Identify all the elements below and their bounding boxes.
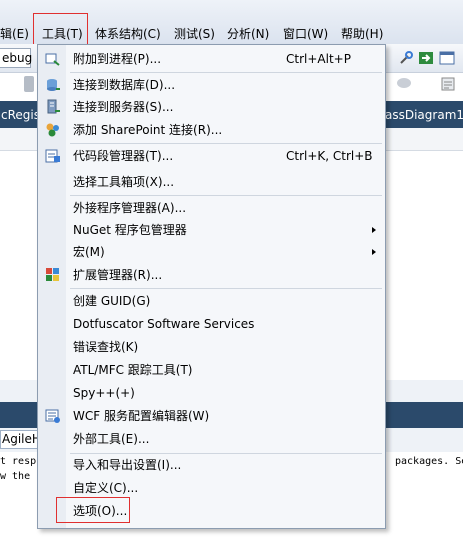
menu-item-external-tools[interactable]: 外部工具(E)... (38, 428, 385, 450)
menu-item-label: 添加 SharePoint 连接(R)... (73, 123, 223, 137)
menu-item-create-guid[interactable]: 创建 GUID(G) (38, 290, 385, 312)
menu-separator (70, 288, 382, 289)
menu-item-error-lookup[interactable]: 错误查找(K) (38, 336, 385, 358)
tools-dropdown-menu: 附加到进程(P)... Ctrl+Alt+P 连接到数据库(D)... 连接到服… (37, 44, 386, 529)
menu-item-label: 宏(M) (73, 245, 105, 259)
menu-item-customize[interactable]: 自定义(C)... (38, 477, 385, 499)
menu-separator (70, 72, 382, 73)
menu-window[interactable]: 窗口(W) (283, 24, 328, 44)
menu-edit[interactable]: 辑(E) (0, 24, 29, 44)
menu-item-connect-server[interactable]: 连接到服务器(S)... (38, 96, 385, 118)
sharepoint-icon (45, 122, 61, 138)
output-panel-tab[interactable]: AgileH (0, 430, 42, 449)
toolbar-grip (24, 76, 34, 92)
menu-item-dotfuscator[interactable]: Dotfuscator Software Services (38, 313, 385, 335)
tools-menu-highlight (33, 13, 88, 45)
menu-architecture[interactable]: 体系结构(C) (95, 24, 161, 44)
menu-item-attach-process[interactable]: 附加到进程(P)... Ctrl+Alt+P (38, 48, 385, 70)
menu-item-label: Dotfuscator Software Services (73, 317, 255, 331)
wrench-icon[interactable] (398, 50, 414, 66)
menu-separator (70, 195, 382, 196)
menu-item-addin-manager[interactable]: 外接程序管理器(A)... (38, 197, 385, 219)
menu-item-label: 连接到服务器(S)... (73, 100, 174, 114)
menu-item-shortcut: Ctrl+K, Ctrl+B (286, 149, 373, 163)
menu-item-label: WCF 服务配置编辑器(W) (73, 409, 210, 423)
menu-item-extension-manager[interactable]: 扩展管理器(R)... (38, 264, 385, 286)
menu-item-label: Spy++(+) (73, 386, 135, 400)
menu-separator (70, 143, 382, 144)
menu-item-snippet-manager[interactable]: 代码段管理器(T)... Ctrl+K, Ctrl+B (38, 145, 385, 167)
menu-item-wcf-config-editor[interactable]: WCF 服务配置编辑器(W) (38, 405, 385, 427)
menu-item-label: ATL/MFC 跟踪工具(T) (73, 363, 193, 377)
menu-help[interactable]: 帮助(H) (341, 24, 383, 44)
menu-item-import-export-settings[interactable]: 导入和导出设置(I)... (38, 454, 385, 476)
properties-icon[interactable] (440, 76, 456, 92)
menu-item-atl-mfc-trace[interactable]: ATL/MFC 跟踪工具(T) (38, 359, 385, 381)
output-line-1-right: packages. Se (395, 456, 463, 467)
menu-analyze[interactable]: 分析(N) (227, 24, 269, 44)
database-connect-icon (45, 77, 61, 93)
menu-item-spy-plus-plus[interactable]: Spy++(+) (38, 382, 385, 404)
extension-manager-icon (45, 267, 61, 283)
menu-item-label: 连接到数据库(D)... (73, 78, 176, 92)
menu-item-label: 代码段管理器(T)... (73, 149, 174, 163)
document-tab-left[interactable]: cRegis (0, 104, 40, 126)
menu-item-label: 选择工具箱项(X)... (73, 175, 175, 189)
menu-item-label: 自定义(C)... (73, 481, 139, 495)
window-icon[interactable] (439, 50, 455, 66)
document-tab-right[interactable]: assDiagram1. (385, 104, 463, 126)
options-highlight (56, 497, 130, 523)
export-icon[interactable] (418, 50, 434, 66)
attach-process-icon (45, 51, 61, 67)
menu-item-label: 附加到进程(P)... (73, 52, 162, 66)
menu-item-label: 导入和导出设置(I)... (73, 458, 182, 472)
menu-item-label: 创建 GUID(G) (73, 294, 151, 308)
solution-config-combo[interactable]: ebug (0, 48, 32, 68)
output-line-1-left: t resp (0, 456, 37, 467)
menu-item-shortcut: Ctrl+Alt+P (286, 52, 351, 66)
menu-item-label: 扩展管理器(R)... (73, 268, 163, 282)
menu-item-label: 错误查找(K) (73, 340, 139, 354)
comment-icon[interactable] (396, 76, 412, 92)
submenu-arrow-icon (372, 227, 376, 233)
menu-item-choose-toolbox-items[interactable]: 选择工具箱项(X)... (38, 171, 385, 193)
menu-item-label: NuGet 程序包管理器 (73, 223, 187, 237)
menu-item-label: 外接程序管理器(A)... (73, 201, 187, 215)
menu-item-macros[interactable]: 宏(M) (38, 241, 385, 263)
submenu-arrow-icon (372, 249, 376, 255)
menu-item-nuget[interactable]: NuGet 程序包管理器 (38, 219, 385, 241)
menu-item-label: 外部工具(E)... (73, 432, 150, 446)
snippet-manager-icon (45, 148, 61, 164)
output-line-2-left: w the f (0, 471, 43, 482)
menu-item-add-sharepoint[interactable]: 添加 SharePoint 连接(R)... (38, 119, 385, 141)
menu-test[interactable]: 测试(S) (174, 24, 215, 44)
menu-item-connect-database[interactable]: 连接到数据库(D)... (38, 74, 385, 96)
wcf-editor-icon (45, 408, 61, 424)
server-connect-icon (45, 99, 61, 115)
